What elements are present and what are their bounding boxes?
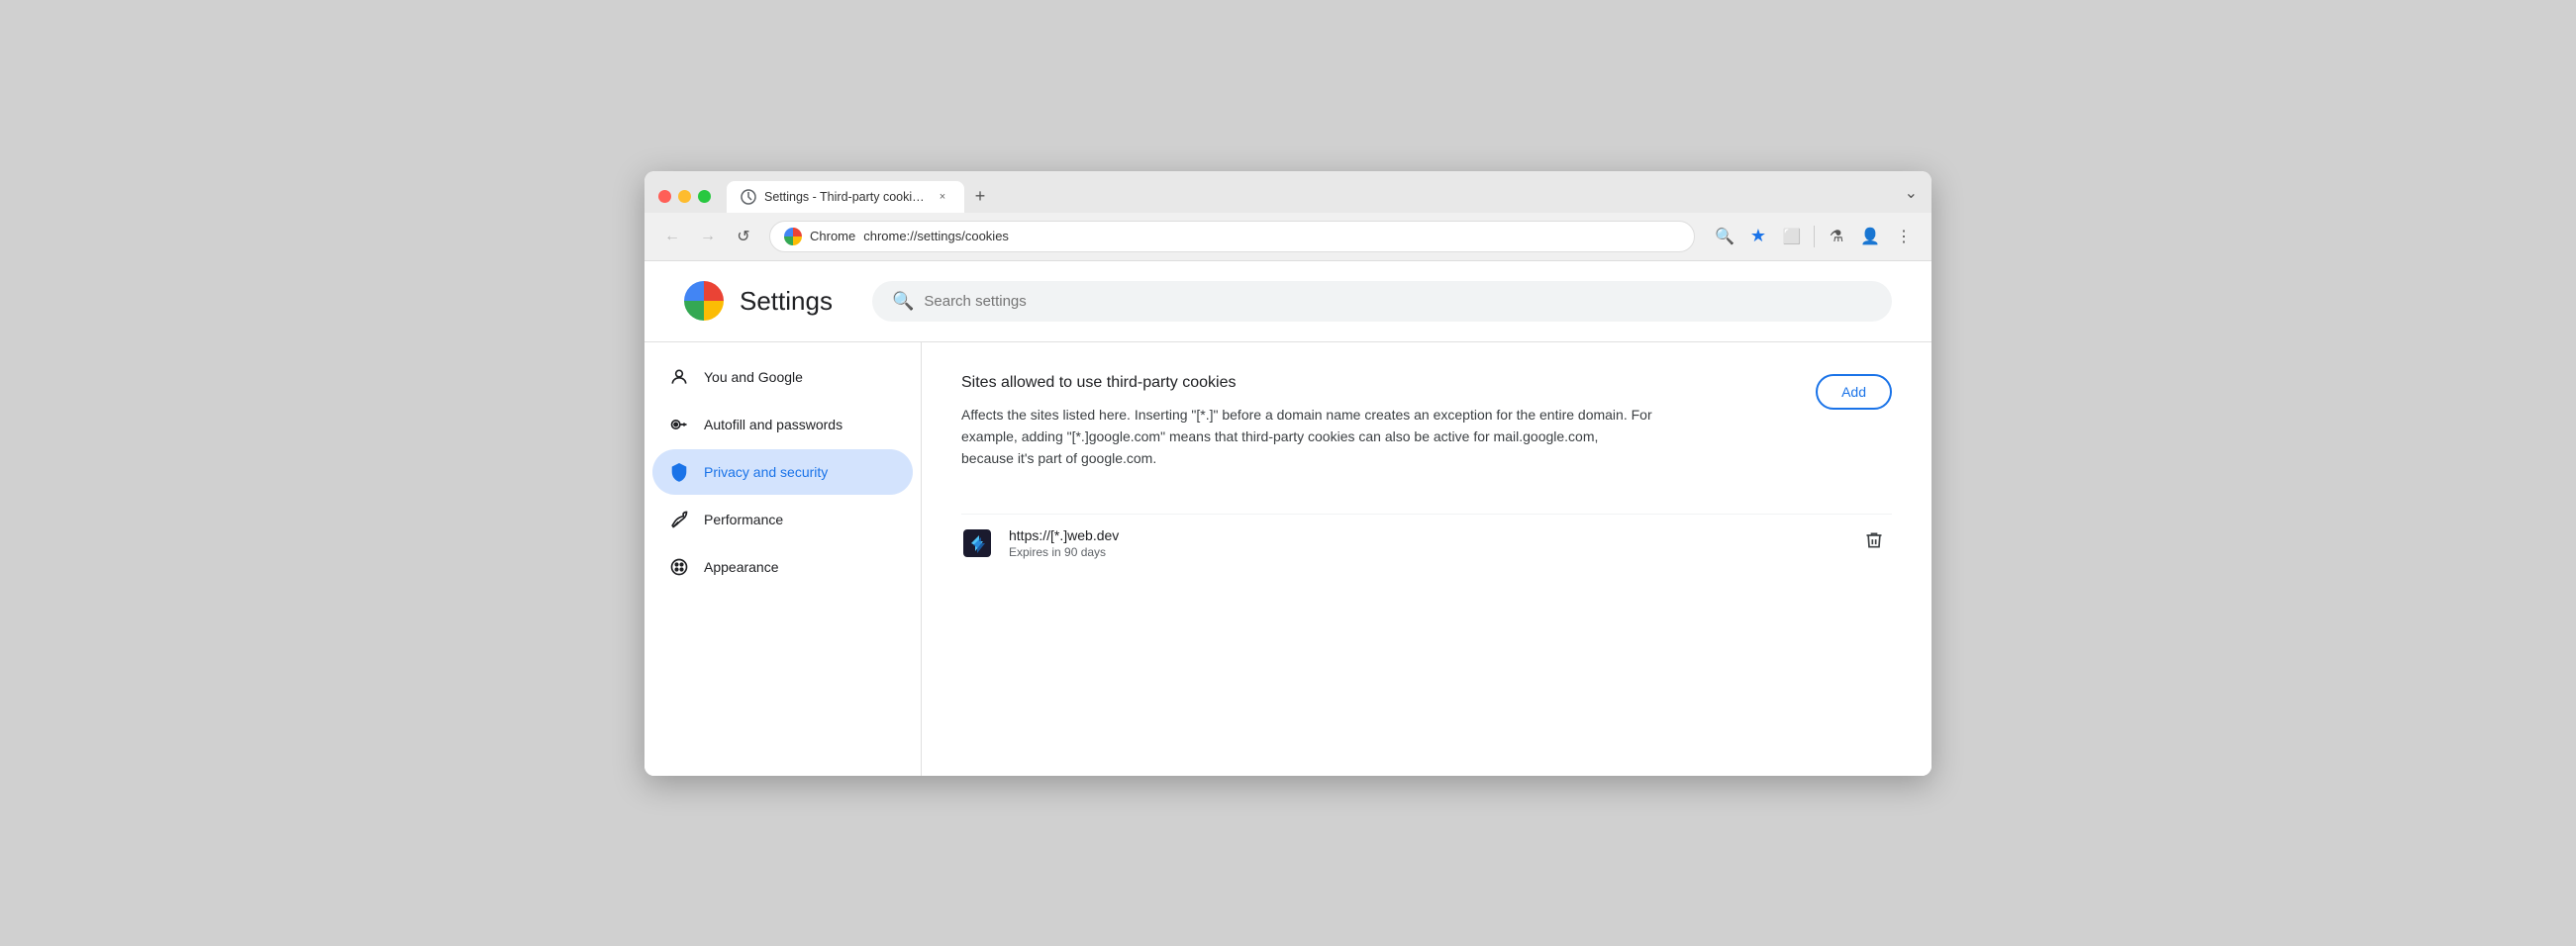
page-content: Settings 🔍 You and Google — [644, 261, 1932, 776]
close-window-button[interactable] — [658, 190, 671, 203]
back-button[interactable]: ← — [656, 221, 688, 252]
sidebar-item-appearance[interactable]: Appearance — [652, 544, 913, 590]
reload-icon: ↺ — [737, 227, 749, 246]
active-tab[interactable]: Settings - Third-party cookie… × — [727, 181, 964, 213]
labs-icon: ⚗ — [1830, 227, 1843, 246]
sidebar-item-you-and-google[interactable]: You and Google — [652, 354, 913, 400]
new-tab-button[interactable]: + — [966, 183, 994, 211]
bookmark-button[interactable]: ★ — [1742, 221, 1774, 252]
sidebar-item-label: Privacy and security — [704, 464, 828, 480]
settings-title: Settings — [740, 286, 833, 317]
window-dropdown-button[interactable]: ⌄ — [1905, 183, 1918, 211]
sidebar-item-label: Autofill and passwords — [704, 417, 842, 432]
site-favicon — [961, 527, 993, 559]
tab-close-button[interactable]: × — [935, 189, 950, 205]
site-url: https://[*.]web.dev — [1009, 527, 1840, 543]
settings-header: Settings 🔍 — [644, 261, 1932, 342]
add-site-button[interactable]: Add — [1816, 374, 1892, 410]
tab-favicon — [741, 189, 756, 205]
sidebar-item-autofill[interactable]: Autofill and passwords — [652, 402, 913, 447]
trash-icon — [1864, 533, 1884, 555]
browser-window: Settings - Third-party cookie… × + ⌄ ← →… — [644, 171, 1932, 776]
traffic-lights — [658, 190, 711, 203]
key-icon — [668, 414, 690, 435]
section-description: Affects the sites listed here. Inserting… — [961, 404, 1654, 470]
minimize-window-button[interactable] — [678, 190, 691, 203]
main-content: Sites allowed to use third-party cookies… — [922, 342, 1932, 776]
sidebar-item-label: Performance — [704, 512, 783, 527]
search-input[interactable] — [924, 293, 1872, 310]
sidebar: You and Google Autofill and passwords — [644, 342, 922, 776]
maximize-window-button[interactable] — [698, 190, 711, 203]
chrome-label: Chrome — [810, 229, 855, 243]
address-url: chrome://settings/cookies — [863, 229, 1680, 243]
tab-bar: Settings - Third-party cookie… × + — [727, 181, 1897, 213]
shield-icon — [668, 461, 690, 483]
account-button[interactable]: 👤 — [1854, 221, 1886, 252]
delete-site-button[interactable] — [1856, 526, 1892, 560]
section-text: Sites allowed to use third-party cookies… — [961, 374, 1784, 490]
sidebar-item-performance[interactable]: Performance — [652, 497, 913, 542]
forward-button[interactable]: → — [692, 221, 724, 252]
zoom-icon: 🔍 — [1715, 227, 1734, 246]
palette-icon — [668, 556, 690, 578]
section-header-row: Sites allowed to use third-party cookies… — [961, 374, 1892, 490]
settings-body: You and Google Autofill and passwords — [644, 342, 1932, 776]
toolbar-divider — [1814, 226, 1815, 247]
sidebar-item-privacy[interactable]: Privacy and security — [652, 449, 913, 495]
site-entry: https://[*.]web.dev Expires in 90 days — [961, 514, 1892, 572]
leaf-icon — [668, 509, 690, 530]
site-info: https://[*.]web.dev Expires in 90 days — [1009, 527, 1840, 559]
chrome-logo-small — [784, 228, 802, 245]
zoom-button[interactable]: 🔍 — [1709, 221, 1740, 252]
menu-button[interactable]: ⋮ — [1888, 221, 1920, 252]
sidebar-item-label: Appearance — [704, 559, 779, 575]
search-bar[interactable]: 🔍 — [872, 281, 1892, 322]
extensions-icon: ⬜ — [1783, 228, 1802, 245]
address-bar[interactable]: Chrome chrome://settings/cookies — [769, 221, 1695, 252]
title-bar: Settings - Third-party cookie… × + ⌄ — [644, 171, 1932, 213]
section-title: Sites allowed to use third-party cookies — [961, 374, 1784, 392]
extensions-button[interactable]: ⬜ — [1776, 221, 1808, 252]
back-icon: ← — [664, 228, 680, 245]
tab-title: Settings - Third-party cookie… — [764, 190, 927, 204]
bookmark-icon: ★ — [1750, 226, 1766, 246]
settings-logo — [684, 281, 724, 321]
labs-button[interactable]: ⚗ — [1821, 221, 1852, 252]
reload-button[interactable]: ↺ — [728, 221, 759, 252]
site-expiry: Expires in 90 days — [1009, 545, 1840, 559]
toolbar-right: 🔍 ★ ⬜ ⚗ 👤 ⋮ — [1709, 221, 1920, 252]
person-icon — [668, 366, 690, 388]
menu-icon: ⋮ — [1896, 227, 1912, 246]
toolbar: ← → ↺ Chrome chrome://settings/cookies 🔍… — [644, 213, 1932, 261]
forward-icon: → — [700, 228, 716, 245]
search-icon: 🔍 — [892, 291, 914, 312]
sidebar-item-label: You and Google — [704, 369, 803, 385]
account-icon: 👤 — [1860, 227, 1880, 246]
